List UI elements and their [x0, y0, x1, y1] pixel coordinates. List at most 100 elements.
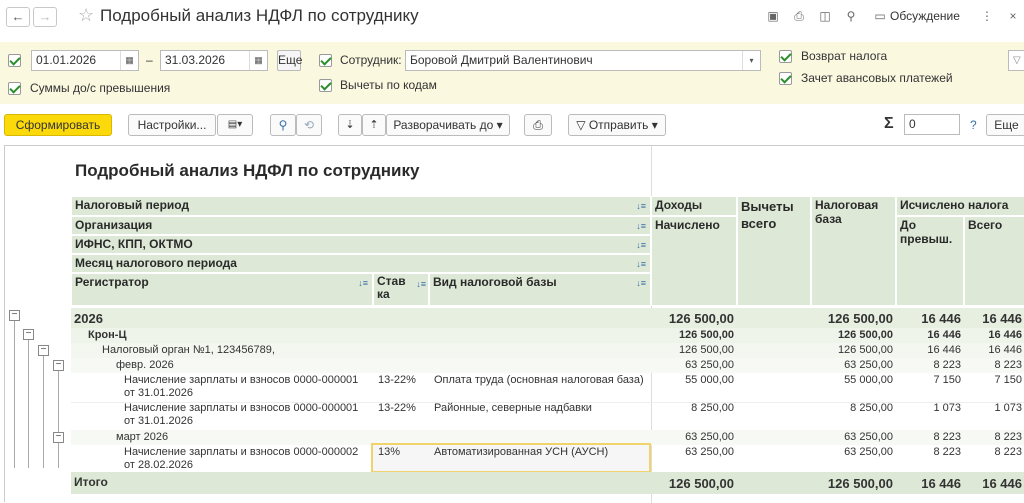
sum-field[interactable]: 0 [904, 114, 960, 135]
row-label: Начисление зарплаты и взносов 0000-00000… [124, 446, 359, 471]
save-icon[interactable]: ▣ [766, 9, 780, 23]
sort-icon[interactable]: ↓≡ [636, 221, 646, 231]
row-label: февр. 2026 [116, 359, 174, 371]
generate-button[interactable]: Сформировать [4, 114, 112, 136]
table-row[interactable]: февр. 2026 63 250,00 63 250,00 8 223 8 2… [71, 358, 1024, 373]
table-row[interactable]: 2026 126 500,00 126 500,00 16 446 16 446 [71, 308, 1024, 328]
header-total: Всего [964, 216, 1024, 306]
row-label: март 2026 [116, 431, 169, 443]
favorite-star-icon[interactable]: ☆ [78, 5, 94, 26]
sum-icon: Σ [884, 115, 894, 132]
cell-base: 126 500,00 [837, 329, 893, 341]
table-row[interactable]: Налоговый орган №1, 123456789, 126 500,0… [71, 343, 1024, 358]
sort-icon[interactable]: ↓≡ [636, 259, 646, 269]
cell-before: 7 150 [933, 374, 961, 386]
header-ifns-label: ИФНС, КПП, ОКТМО [75, 237, 193, 251]
link-icon[interactable]: ⚲ [844, 9, 858, 23]
cell-accrued: 63 250,00 [685, 446, 734, 458]
cell-accrued: 126 500,00 [668, 476, 734, 491]
date-from-value: 01.01.2026 [36, 53, 97, 67]
send-label: Отправить [588, 118, 649, 132]
sort-icon[interactable]: ↓≡ [636, 278, 646, 288]
search-icon[interactable]: ⚲ [270, 114, 296, 136]
tax-refund-checkbox[interactable] [779, 50, 792, 63]
table-row[interactable]: Начисление зарплаты и взносов 0000-00000… [71, 443, 1024, 475]
preview-icon[interactable]: ◫ [818, 9, 832, 23]
variants-menu-button[interactable]: ▤▾ [217, 114, 253, 136]
employee-label: Сотрудник: [340, 53, 402, 67]
cell-before: 16 446 [921, 311, 961, 326]
employee-input[interactable]: Боровой Дмитрий Валентинович ▾ [405, 50, 761, 71]
cell-before: 8 223 [933, 431, 961, 443]
sort-icon[interactable]: ↓≡ [358, 278, 368, 288]
more-vertical-icon[interactable]: ⋮ [980, 9, 994, 23]
cell-accrued: 126 500,00 [668, 311, 734, 326]
tree-line [28, 336, 29, 468]
header-deductions: Вычеты всего [737, 196, 811, 306]
settings-button[interactable]: Настройки... [128, 114, 216, 136]
print-button-icon[interactable]: ⎙ [524, 114, 552, 136]
collapse-icon[interactable]: − [53, 360, 64, 371]
header-organization-label: Организация [75, 218, 153, 232]
total-row[interactable]: Итого 126 500,00 126 500,00 16 446 16 44… [71, 472, 1024, 494]
row-label: 2026 [74, 311, 103, 326]
cell-total: 8 223 [994, 359, 1022, 371]
send-button[interactable]: ▽ Отправить ▾ [568, 114, 666, 136]
cell-rate: 13-22% [378, 374, 416, 386]
print-icon[interactable]: ⎙ [792, 9, 806, 23]
deductions-by-codes-label: Вычеты по кодам [340, 78, 437, 92]
cell-accrued: 8 250,00 [691, 402, 734, 414]
deductions-checkbox[interactable] [319, 79, 332, 92]
dropdown-arrow-icon[interactable]: ▾ [742, 51, 760, 70]
header-registrar-label: Регистратор [75, 275, 149, 289]
table-row[interactable]: Начисление зарплаты и взносов 0000-00000… [71, 401, 1024, 431]
sort-icon[interactable]: ↓≡ [636, 201, 646, 211]
cell-before: 1 073 [933, 402, 961, 414]
header-income: Доходы [651, 196, 737, 216]
row-label: Налоговый орган №1, 123456789, [102, 344, 275, 356]
expand-to-button[interactable]: Разворачивать до ▾ [386, 114, 510, 136]
cell-base: 63 250,00 [844, 359, 893, 371]
cell-base: 55 000,00 [844, 374, 893, 386]
date-from-input[interactable]: 01.01.2026 ▦ [31, 50, 139, 71]
advance-offset-checkbox[interactable] [779, 72, 792, 85]
forward-arrow-icon[interactable]: → [33, 7, 57, 27]
discuss-button[interactable]: Обсуждение [890, 9, 960, 23]
employee-checkbox[interactable] [319, 54, 332, 67]
search-cancel-icon[interactable]: ⟲ [296, 114, 322, 136]
sums-over-checkbox[interactable] [8, 82, 21, 95]
title-bar: ← → ☆ Подробный анализ НДФЛ по сотрудник… [0, 0, 1024, 36]
header-tax-base: Налоговая база [811, 196, 896, 306]
discuss-icon[interactable]: ▭ [873, 9, 887, 23]
help-button[interactable]: ? [970, 118, 977, 132]
cell-base: 63 250,00 [844, 446, 893, 458]
header-base-type: Вид налоговой базы ↓≡ [429, 273, 651, 306]
collapse-icon[interactable]: − [23, 329, 34, 340]
more-button[interactable]: Еще [986, 114, 1024, 136]
sort-asc-icon[interactable]: ⇡ [362, 114, 386, 136]
cell-base-type: Районные, северные надбавки [434, 402, 592, 414]
calendar-icon[interactable]: ▦ [120, 51, 138, 70]
sort-icon[interactable]: ↓≡ [636, 240, 646, 250]
cell-base: 126 500,00 [827, 476, 893, 491]
table-row[interactable]: Крон-Ц 126 500,00 126 500,00 16 446 16 4… [71, 328, 1024, 343]
date-to-input[interactable]: 31.03.2026 ▦ [160, 50, 268, 71]
table-row[interactable]: Начисление зарплаты и взносов 0000-00000… [71, 373, 1024, 403]
calendar-icon[interactable]: ▦ [249, 51, 267, 70]
period-checkbox[interactable] [8, 54, 21, 67]
sort-icon[interactable]: ↓≡ [416, 278, 426, 291]
cell-total: 16 446 [982, 311, 1022, 326]
cell-before: 16 446 [921, 476, 961, 491]
close-icon[interactable]: × [1006, 9, 1020, 23]
back-arrow-icon[interactable]: ← [6, 7, 30, 27]
collapse-icon[interactable]: − [53, 432, 64, 443]
cell-before: 16 446 [927, 344, 961, 356]
collapse-icon[interactable]: − [38, 345, 49, 356]
filter-icon[interactable]: ▽ [1008, 50, 1024, 71]
sort-desc-icon[interactable]: ⇣ [338, 114, 362, 136]
header-organization: Организация ↓≡ [71, 216, 651, 235]
collapse-icon[interactable]: − [9, 310, 20, 321]
cell-base-type: Оплата труда (основная налоговая база) [434, 374, 644, 386]
period-select-button[interactable]: Еще [277, 50, 302, 71]
sums-over-label: Суммы до/с превышения [30, 81, 171, 95]
